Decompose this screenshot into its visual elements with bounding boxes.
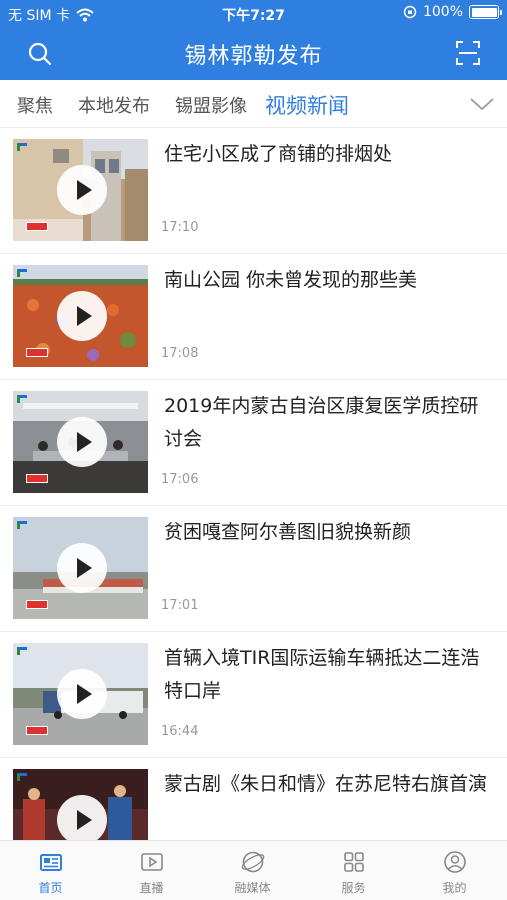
channel-tag-icon [26,474,48,483]
news-title[interactable]: 蒙古剧《朱日和情》在苏尼特右旗首演 [164,768,494,801]
tab-local-release[interactable]: 本地发布 [78,92,150,118]
bottom-tab-label: 首页 [38,881,63,895]
news-title[interactable]: 住宅小区成了商铺的排烟处 [164,138,494,171]
news-thumbnail[interactable] [13,391,148,493]
channel-tag-icon [26,222,48,231]
news-list: 住宅小区成了商铺的排烟处 17:10 南山公园 你未曾发现的那些美 17:08 [0,128,507,840]
channel-logo-icon [17,521,27,529]
channel-logo-icon [17,269,27,277]
channel-tag-icon [26,600,48,609]
play-icon[interactable] [57,795,107,840]
tab-video-news[interactable]: 视频新闻 [265,90,349,120]
news-time: 16:44 [161,724,199,739]
bottom-tab-label: 服务 [341,881,366,895]
play-icon[interactable] [57,669,107,719]
news-item[interactable]: 南山公园 你未曾发现的那些美 17:08 [0,254,507,380]
page-title: 锡林郭勒发布 [184,44,323,69]
news-thumbnail[interactable] [13,139,148,241]
channel-logo-icon [17,395,27,403]
news-thumbnail[interactable] [13,769,148,840]
media-globe-icon [241,851,265,873]
play-icon[interactable] [57,291,107,341]
news-item[interactable]: 蒙古剧《朱日和情》在苏尼特右旗首演 [0,758,507,840]
bottom-tab-services[interactable]: 服务 [303,841,404,900]
bottom-tab-label: 我的 [442,881,467,895]
play-icon[interactable] [57,543,107,593]
news-thumbnail[interactable] [13,265,148,367]
news-item[interactable]: 住宅小区成了商铺的排烟处 17:10 [0,128,507,254]
bottom-tab-label: 融媒体 [234,881,271,895]
news-time: 17:01 [161,598,199,613]
bottom-tab-bar: 首页 直播 融媒体 服务 我的 [0,840,507,900]
live-play-icon [141,853,163,871]
chevron-down-icon[interactable] [469,94,495,114]
bottom-tab-live[interactable]: 直播 [101,841,202,900]
channel-logo-icon [17,143,27,151]
news-title[interactable]: 南山公园 你未曾发现的那些美 [164,264,494,297]
play-icon[interactable] [57,417,107,467]
channel-logo-icon [17,773,27,781]
battery-fill [471,7,497,17]
bottom-tab-profile[interactable]: 我的 [404,841,505,900]
news-time: 17:06 [161,472,199,487]
channel-logo-icon [17,647,27,655]
news-time: 17:10 [161,220,199,235]
news-item[interactable]: 贫困嘎查阿尔善图旧貌换新颜 17:01 [0,506,507,632]
category-tabs: 聚焦 本地发布 锡盟影像 视频新闻 [0,80,507,128]
news-time: 17:08 [161,346,199,361]
services-grid-icon [344,852,364,872]
app-header: 无 SIM 卡 下午7:27 100% 锡林郭勒发布 [0,0,507,80]
news-thumbnail[interactable] [13,643,148,745]
bottom-tab-label: 直播 [139,881,164,895]
profile-icon [444,851,466,873]
bottom-tab-home[interactable]: 首页 [0,841,101,900]
scan-icon[interactable] [455,40,481,66]
channel-tag-icon [26,726,48,735]
tab-focus[interactable]: 聚焦 [17,92,53,118]
news-title[interactable]: 贫困嘎查阿尔善图旧貌换新颜 [164,516,494,549]
news-title[interactable]: 首辆入境TIR国际运输车辆抵达二连浩特口岸 [164,642,494,708]
channel-tag-icon [26,348,48,357]
news-item[interactable]: 首辆入境TIR国际运输车辆抵达二连浩特口岸 16:44 [0,632,507,758]
news-title[interactable]: 2019年内蒙古自治区康复医学质控研讨会 [164,390,494,456]
bottom-tab-media[interactable]: 融媒体 [202,841,303,900]
orientation-lock-icon [403,5,417,19]
status-right: 100% [403,4,502,20]
play-icon[interactable] [57,165,107,215]
battery-icon [469,5,502,19]
battery-percent: 100% [422,4,463,20]
news-home-icon [40,854,62,871]
news-thumbnail[interactable] [13,517,148,619]
status-bar: 无 SIM 卡 下午7:27 100% [0,0,507,26]
title-bar: 锡林郭勒发布 [0,26,507,80]
tab-ximeng-images[interactable]: 锡盟影像 [175,92,247,118]
news-item[interactable]: 2019年内蒙古自治区康复医学质控研讨会 17:06 [0,380,507,506]
